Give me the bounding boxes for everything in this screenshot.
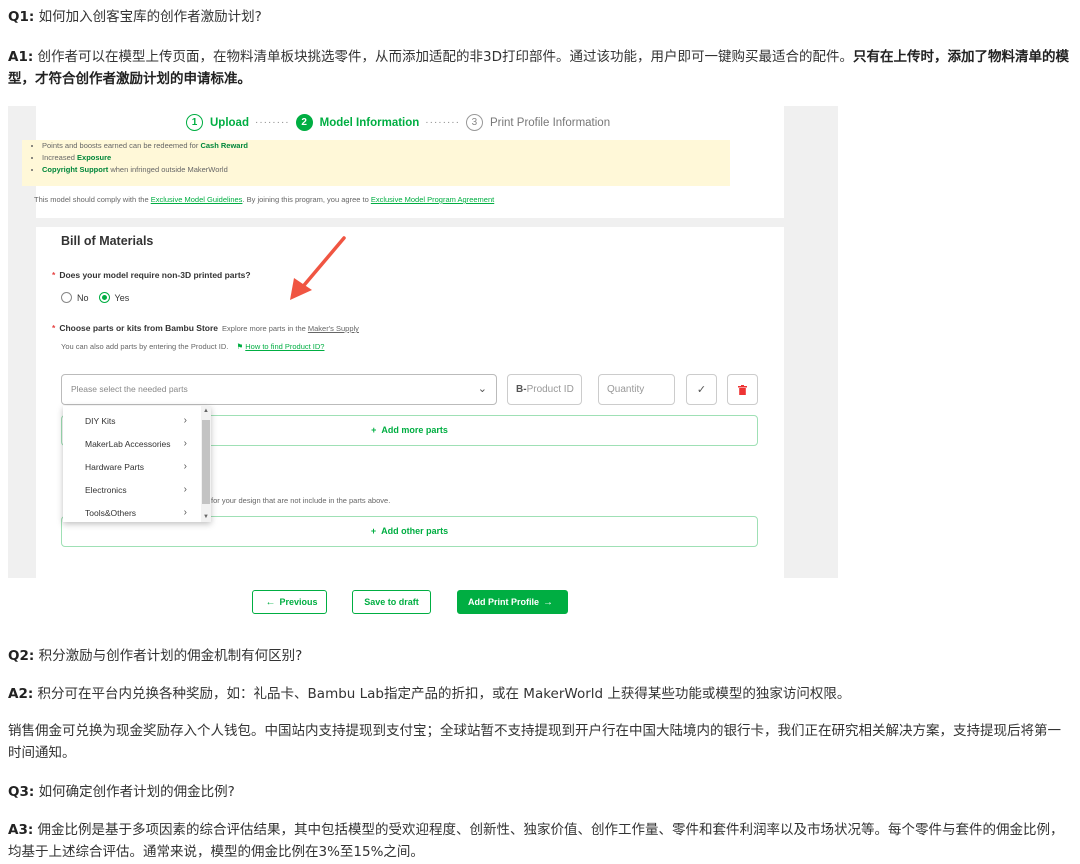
radio-no[interactable] — [61, 292, 72, 303]
radio-yes[interactable] — [98, 292, 110, 303]
step-3-label[interactable]: Print Profile Information — [490, 117, 610, 129]
chevron-right-icon: › — [183, 415, 187, 426]
faq-q1: Q1: 如何加入创客宝库的创作者激励计划? — [8, 9, 262, 25]
non-3d-radio-group: No Yes — [61, 292, 139, 303]
scrollbar-thumb[interactable] — [202, 420, 210, 504]
benefit-item: Points and boosts earned can be redeemed… — [42, 140, 730, 152]
question-non-3d: * Does your model require non-3D printed … — [52, 270, 251, 280]
benefits-box: Points and boosts earned can be redeemed… — [22, 140, 730, 186]
upload-screenshot: 1 Upload ········ 2 Model Information ··… — [8, 106, 838, 578]
bom-title: Bill of Materials — [61, 234, 154, 248]
agreement-link[interactable]: Exclusive Model Program Agreement — [371, 195, 494, 204]
chevron-right-icon: › — [183, 507, 187, 518]
check-icon: ✓ — [696, 383, 707, 396]
comply-text: This model should comply with the Exclus… — [34, 195, 495, 204]
confirm-button[interactable]: ✓ — [686, 374, 717, 405]
how-to-find-link[interactable]: How to find Product ID? — [245, 342, 324, 351]
dropdown-scrollbar[interactable]: ▲ ▼ — [201, 406, 211, 522]
product-id-input[interactable]: B-Product ID — [507, 374, 582, 405]
dropdown-item-diy-kits[interactable]: DIY Kits › — [85, 411, 187, 431]
faq-a3: A3: 佣金比例是基于多项因素的综合评估结果，其中包括模型的受欢迎程度、创新性、… — [8, 822, 1064, 860]
step-dots: ········ — [254, 117, 290, 128]
other-parts-desc: for your design that are not include in … — [211, 496, 391, 505]
scroll-down-icon: ▼ — [203, 514, 209, 520]
arrow-left-icon: ← — [265, 596, 276, 608]
parts-dropdown: DIY Kits › MakerLab Accessories › Hardware… — [63, 406, 211, 522]
scroll-up-icon: ▲ — [203, 408, 209, 414]
trash-icon — [738, 384, 747, 395]
step-dots: ········ — [425, 117, 460, 128]
required-icon: * — [52, 270, 56, 280]
step-2-label[interactable]: Model Information — [320, 117, 420, 129]
benefit-item: Increased Exposure — [42, 152, 730, 164]
guidelines-link[interactable]: Exclusive Model Guidelines — [151, 195, 243, 204]
save-draft-button[interactable]: Save to draft — [352, 590, 431, 614]
chevron-right-icon: › — [183, 461, 187, 472]
step-1-label[interactable]: Upload — [210, 117, 249, 129]
question-choose-parts: * Choose parts or kits from Bambu Store Ex… — [52, 323, 359, 333]
product-id-hint: You can also add parts by entering the P… — [61, 342, 325, 351]
quantity-input[interactable]: Quantity — [598, 374, 675, 405]
step-2-icon: 2 — [295, 114, 313, 131]
faq-a1: A1: 创作者可以在模型上传页面，在物料清单板块挑选零件，从而添加适配的非3D打… — [8, 49, 1070, 87]
chevron-right-icon: › — [183, 484, 187, 495]
step-1-icon: 1 — [186, 114, 203, 131]
plus-icon: + — [371, 425, 382, 435]
flag-icon: ⚑ — [236, 342, 244, 351]
dropdown-item-makerlab[interactable]: MakerLab Accessories › — [85, 434, 187, 454]
makers-supply-link[interactable]: Maker's Supply — [308, 324, 359, 333]
add-print-profile-button[interactable]: Add Print Profile → — [457, 590, 568, 614]
required-icon: * — [52, 323, 56, 333]
dropdown-item-electronics[interactable]: Electronics › — [85, 480, 187, 500]
stepper: 1 Upload ········ 2 Model Information ··… — [186, 114, 616, 131]
dropdown-item-hardware[interactable]: Hardware Parts › — [85, 457, 187, 477]
faq-q2: Q2: 积分激励与创作者计划的佣金机制有何区别? — [8, 648, 303, 664]
dropdown-item-tools[interactable]: Tools&Others › — [85, 503, 187, 523]
delete-button[interactable] — [727, 374, 758, 405]
parts-select[interactable]: Please select the needed parts ⌄ — [61, 374, 497, 405]
chevron-down-icon: ⌄ — [477, 383, 487, 395]
faq-a2-paragraph: 销售佣金可兑换为现金奖励存入个人钱包。中国站内支持提现到支付宝；全球站暂不支持提… — [8, 723, 1061, 761]
previous-button[interactable]: ← Previous — [252, 590, 327, 614]
chevron-right-icon: › — [183, 438, 187, 449]
step-3-icon: 3 — [465, 114, 483, 131]
red-arrow-icon — [290, 236, 346, 300]
faq-a2: A2: 积分可在平台内兑换各种奖励，如：礼品卡、Bambu Lab指定产品的折扣… — [8, 686, 851, 702]
arrow-right-icon: → — [543, 596, 553, 608]
benefit-item: Copyright Support when infringed outside… — [42, 164, 730, 176]
faq-q3: Q3: 如何确定创作者计划的佣金比例? — [8, 784, 235, 800]
plus-icon: + — [370, 526, 382, 536]
